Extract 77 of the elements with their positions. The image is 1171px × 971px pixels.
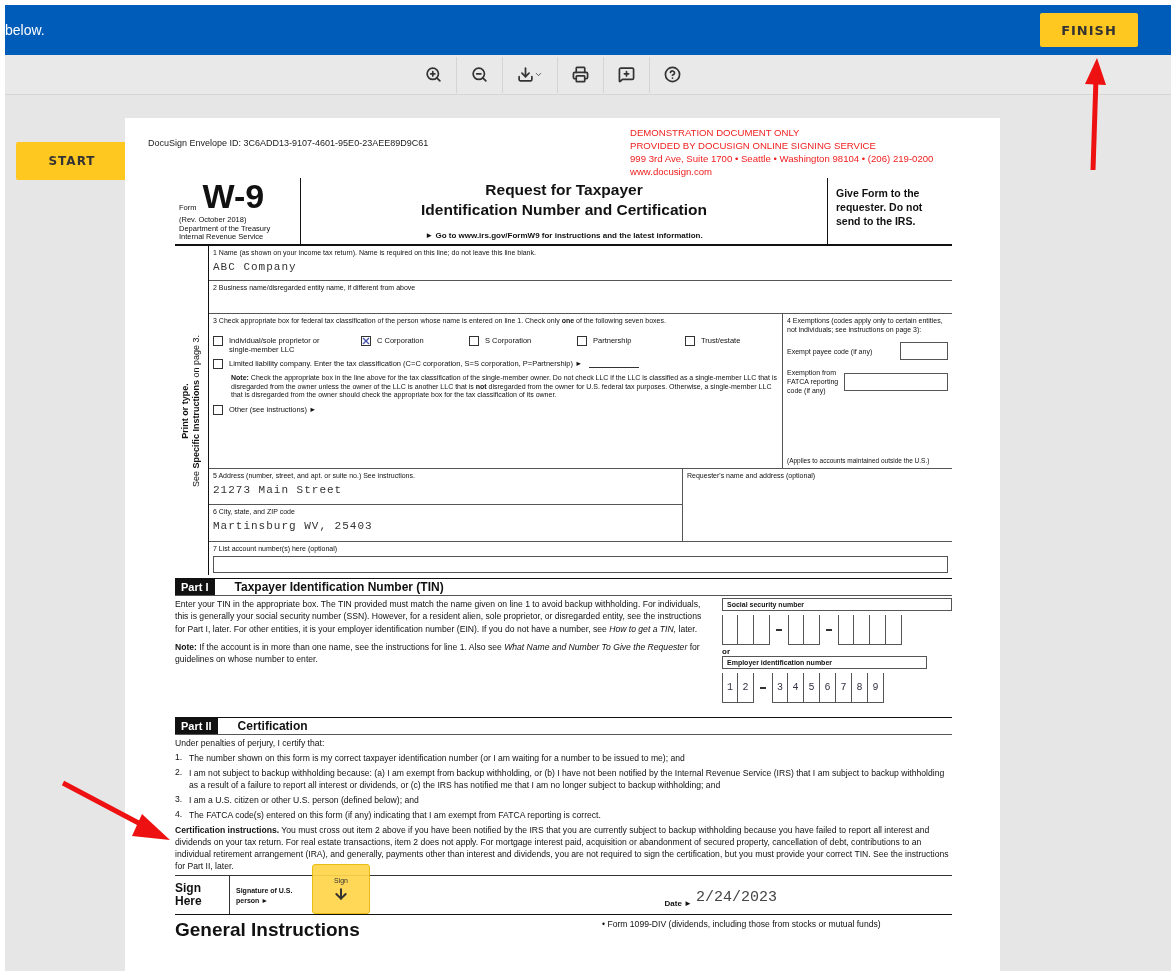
demo-notice-line: www.docusign.com <box>630 165 714 178</box>
item-number: 2. <box>175 767 184 779</box>
sign-here-label: Sign Here <box>175 876 230 914</box>
demo-notice-line: PROVIDED BY DOCUSIGN ONLINE SIGNING SERVICE <box>630 139 877 152</box>
checkbox[interactable] <box>213 359 223 369</box>
input-field[interactable] <box>213 556 948 573</box>
item-number: 1. <box>175 752 184 764</box>
input-field[interactable] <box>844 372 948 391</box>
section-heading: General Instructions <box>175 919 360 941</box>
part-tag: Part I <box>175 579 215 595</box>
digit-box[interactable]: 4 <box>788 673 804 703</box>
date-value[interactable]: 2/24/2023 <box>692 889 952 914</box>
certification-item: I am a U.S. citizen or other U.S. person (defined below); and <box>189 794 419 806</box>
digit-box[interactable]: 6 <box>820 673 836 703</box>
digit-box[interactable]: 5 <box>804 673 820 703</box>
start-button[interactable]: START <box>16 142 128 180</box>
printer-icon <box>572 66 589 83</box>
dash-icon <box>776 629 782 631</box>
demo-notice-line: 999 3rd Ave, Suite 1700 • Seattle • Washington 98104 • (206) 219-0200 <box>630 152 935 165</box>
name-value[interactable]: ABC Company <box>213 261 948 273</box>
item-number: 3. <box>175 794 184 806</box>
certification-item: The FATCA code(s) entered on this form (if any) indicating that I am exempt from FATCA reporting is correct. <box>189 809 601 821</box>
form-title: Request for Taxpayer <box>484 180 644 200</box>
zoom-out-icon <box>471 66 488 83</box>
zoom-in-icon <box>425 66 442 83</box>
digit-box[interactable] <box>838 615 854 645</box>
bullet-text: • Form 1099-DIV (dividends, including those from stocks or mutual funds) <box>602 919 882 931</box>
envelope-id: DocuSign Envelope ID: 3C6ADD13-9107-4601-95E0-23AEE89D9C61 <box>148 138 429 150</box>
digit-box[interactable]: 9 <box>868 673 884 703</box>
tin-instructions: Enter your TIN in the appropriate box. The TIN provided must match the name given on line 1 to avoid backup withholding. For individuals, this is generally your social security number (SSN). However, for a resident alien, sole proprietor, or disregarded entity, see the instructions for Part I, later. For other entities, it is your employer identification number (EIN). If you do not have a number, see How to get a TIN, later. <box>175 598 703 635</box>
certification-item: The number shown on this form is my correct taxpayer identification number (or I am waiting for a number to be issued to me); and <box>189 752 685 764</box>
item-number: 4. <box>175 809 184 821</box>
help-icon <box>664 66 681 83</box>
dash-icon <box>826 629 832 631</box>
finish-button[interactable]: FINISH <box>1040 13 1138 47</box>
form-instruction: ► Go to www.irs.gov/FormW9 for instructions and the latest information. <box>424 231 704 242</box>
input-field[interactable] <box>900 342 948 360</box>
date-label: Date ► <box>664 899 692 910</box>
address-value[interactable]: 21273 Main Street <box>213 484 678 496</box>
digit-box[interactable] <box>788 615 804 645</box>
digit-box[interactable] <box>854 615 870 645</box>
give-form-note: Give Form to the requester. Do not send to the IRS. <box>835 186 924 229</box>
caret-icon <box>534 70 543 79</box>
form-title: Identification Number and Certification <box>420 200 708 220</box>
part-tag: Part II <box>175 718 218 734</box>
banner-text: below. <box>5 22 45 38</box>
digit-box[interactable]: 2 <box>738 673 754 703</box>
city-value[interactable]: Martinsburg WV, 25403 <box>213 520 678 532</box>
digit-box[interactable] <box>886 615 902 645</box>
certification-item: I am not subject to backup withholding because: (a) I am exempt from backup withholding, or (b) I have not been notified by the Internal Revenue Service (IRS) that I am subject to backup withholding as a result of a failure to report all interest or dividends, or (c) the IRS has notified me that I am no longer subject to backup withholding; and <box>189 767 946 791</box>
checkbox[interactable] <box>213 404 223 415</box>
checkbox[interactable] <box>213 336 223 346</box>
form-number: W-9 <box>202 180 265 212</box>
side-label: See Specific Instructions on page 3. <box>191 334 203 487</box>
part-title: Taxpayer Identification Number (TIN) <box>234 580 444 594</box>
demo-notice-line: DEMONSTRATION DOCUMENT ONLY <box>630 126 801 139</box>
checkbox[interactable] <box>361 336 371 346</box>
certification-intro: Under penalties of perjury, I certify that: <box>175 737 326 749</box>
comment-add-icon <box>618 66 635 83</box>
digit-box[interactable] <box>754 615 770 645</box>
digit-box[interactable]: 7 <box>836 673 852 703</box>
digit-box[interactable] <box>738 615 754 645</box>
tin-note: Note: If the account is in more than one name, see the instructions for line 1. Also see What Name and Number To Give the Requester for guidelines on whose number to enter. <box>175 640 701 666</box>
checkbox[interactable] <box>685 336 695 346</box>
digit-box[interactable] <box>722 615 738 645</box>
dash-icon <box>760 687 766 689</box>
download-icon <box>517 66 534 83</box>
side-label: Print or type. <box>180 382 192 439</box>
checkbox[interactable] <box>469 336 479 346</box>
digit-box[interactable]: 3 <box>772 673 788 703</box>
digit-box[interactable]: 8 <box>852 673 868 703</box>
or-text: or <box>722 647 731 656</box>
digit-box[interactable]: 1 <box>722 673 738 703</box>
part-title: Certification <box>237 719 308 733</box>
digit-box[interactable] <box>804 615 820 645</box>
checkbox[interactable] <box>577 336 587 346</box>
digit-box[interactable] <box>870 615 886 645</box>
